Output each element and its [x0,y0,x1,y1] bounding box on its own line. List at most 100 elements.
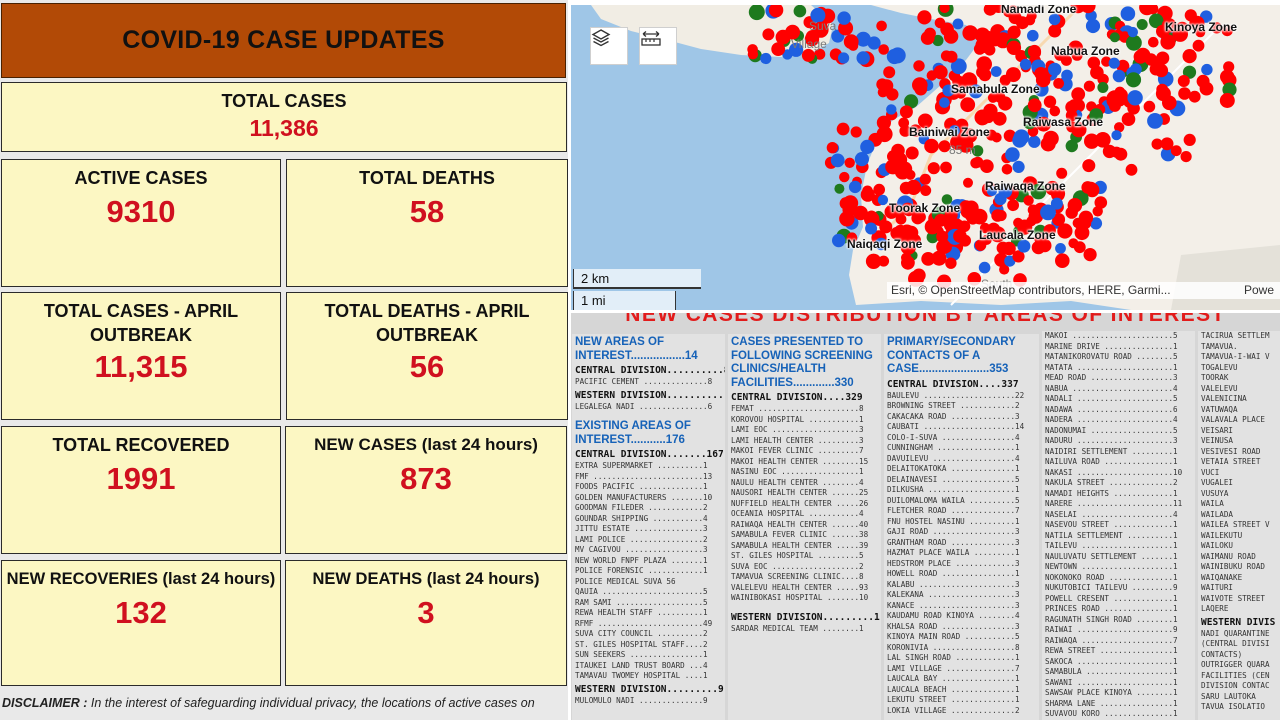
case-marker[interactable] [1180,151,1192,163]
case-marker[interactable] [917,10,932,25]
case-marker[interactable] [1031,240,1046,255]
case-marker[interactable] [876,126,893,143]
case-marker[interactable] [924,27,936,40]
case-marker[interactable] [1027,29,1039,42]
case-marker[interactable] [1067,198,1083,213]
case-marker[interactable] [1024,15,1036,26]
case-marker[interactable] [919,173,931,185]
case-marker[interactable] [958,220,971,233]
case-marker[interactable] [865,253,882,269]
case-marker[interactable] [987,31,1003,47]
case-marker[interactable] [991,132,1002,143]
case-marker[interactable] [991,209,1004,222]
case-marker[interactable] [945,257,957,269]
case-marker[interactable] [886,48,902,65]
case-marker[interactable] [1115,96,1126,107]
case-marker[interactable] [1125,72,1142,88]
case-marker[interactable] [913,60,925,72]
case-marker[interactable] [1192,39,1205,52]
case-marker[interactable] [980,159,994,173]
case-marker[interactable] [1182,49,1197,64]
case-marker[interactable] [940,241,952,253]
case-marker[interactable] [1030,47,1042,59]
case-marker[interactable] [850,126,862,138]
case-marker[interactable] [1043,130,1059,147]
case-marker[interactable] [1027,98,1042,113]
case-marker[interactable] [933,65,948,80]
case-marker[interactable] [873,183,885,196]
case-marker[interactable] [840,22,853,35]
case-marker[interactable] [1081,181,1094,194]
case-marker[interactable] [990,66,1002,77]
case-marker[interactable] [1065,100,1079,114]
case-marker[interactable] [837,11,851,25]
case-marker[interactable] [1056,167,1068,179]
case-marker[interactable] [1199,81,1214,96]
case-marker[interactable] [1006,40,1022,55]
case-marker[interactable] [839,171,850,183]
case-marker[interactable] [862,185,873,197]
case-marker[interactable] [1019,58,1032,71]
case-marker[interactable] [1121,112,1136,126]
case-marker[interactable] [1002,241,1016,256]
case-marker[interactable] [846,205,858,216]
case-marker[interactable] [877,194,889,206]
case-marker[interactable] [1084,133,1100,149]
case-marker[interactable] [1094,196,1108,209]
case-marker[interactable] [1055,253,1070,268]
case-marker[interactable] [1109,32,1120,43]
case-marker[interactable] [912,77,928,93]
case-map[interactable]: Suva Village 85 m South Namadi Zone Kino… [571,5,1280,310]
case-marker[interactable] [865,210,878,223]
case-marker[interactable] [1156,51,1170,65]
case-marker[interactable] [1048,62,1062,77]
case-marker[interactable] [1083,80,1095,92]
case-marker[interactable] [905,146,919,160]
case-marker[interactable] [1073,241,1086,254]
case-marker[interactable] [939,97,950,108]
case-marker[interactable] [920,185,932,196]
case-marker[interactable] [1156,83,1169,96]
case-marker[interactable] [1110,146,1123,158]
case-marker[interactable] [1057,223,1073,239]
case-marker[interactable] [1170,145,1182,157]
case-marker[interactable] [848,180,862,194]
case-marker[interactable] [1023,195,1034,206]
case-marker[interactable] [940,161,952,174]
case-marker[interactable] [973,43,986,55]
case-marker[interactable] [793,5,807,18]
case-marker[interactable] [1083,248,1097,262]
case-marker[interactable] [1154,63,1169,78]
case-marker[interactable] [1148,36,1159,48]
case-marker[interactable] [945,50,958,63]
case-marker[interactable] [838,52,850,64]
case-marker[interactable] [860,139,875,154]
case-marker[interactable] [1007,25,1021,39]
case-marker[interactable] [978,261,991,274]
case-marker[interactable] [1028,135,1041,148]
case-marker[interactable] [865,222,878,235]
case-marker[interactable] [1127,90,1143,106]
case-marker[interactable] [887,150,900,163]
case-marker[interactable] [940,22,954,37]
case-marker[interactable] [747,49,759,60]
case-marker[interactable] [771,42,786,56]
case-marker[interactable] [901,255,915,270]
case-marker[interactable] [854,152,869,167]
case-marker[interactable] [886,88,899,101]
measure-button[interactable] [639,27,677,65]
case-marker[interactable] [1143,100,1156,113]
case-marker[interactable] [826,142,839,154]
case-marker[interactable] [836,122,850,136]
case-marker[interactable] [760,52,772,65]
layers-button[interactable] [590,27,628,65]
case-marker[interactable] [1082,159,1096,173]
case-marker[interactable] [1223,61,1235,73]
case-marker[interactable] [1126,34,1142,51]
map-attribution[interactable]: Esri, © OpenStreetMap contributors, HERE… [887,282,1280,299]
map-canvas[interactable] [571,5,1280,310]
case-marker[interactable] [1178,87,1191,100]
case-marker[interactable] [1112,69,1126,83]
case-marker[interactable] [1120,6,1136,21]
case-marker[interactable] [970,157,982,169]
